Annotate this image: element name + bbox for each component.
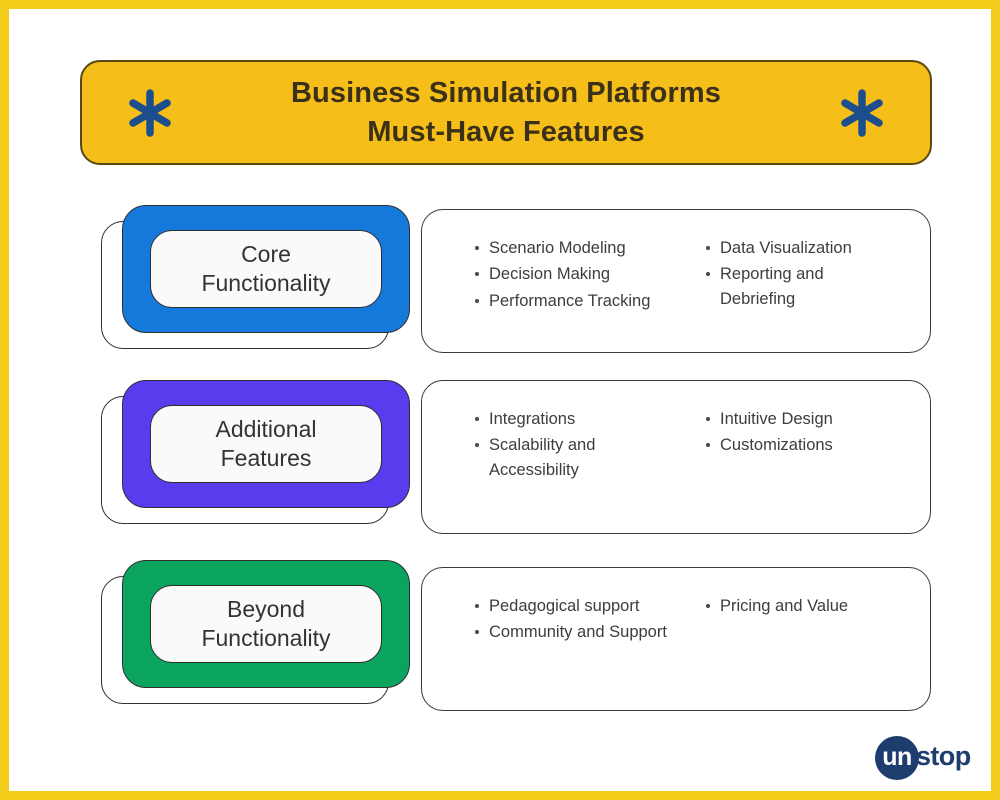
features-panel-additional-features: Integrations Scalability and Accessibili… — [421, 380, 931, 534]
category-card-core-functionality[interactable]: Core Functionality — [101, 205, 411, 357]
category-label-beyond-functionality: Beyond Functionality — [150, 585, 382, 663]
feature-list: Data Visualization Reporting and Debrief… — [701, 236, 900, 311]
unstop-wordmark: stop — [916, 741, 971, 771]
list-item: Scalability and Accessibility — [475, 433, 685, 482]
infographic-canvas: Business Simulation Platforms Must-Have … — [9, 9, 991, 791]
card-color-body: Core Functionality — [122, 205, 410, 333]
list-item: Intuitive Design — [706, 407, 900, 431]
list-item: Scenario Modeling — [475, 236, 685, 260]
feature-list: Pedagogical support Community and Suppor… — [470, 594, 685, 645]
card-color-body: Additional Features — [122, 380, 410, 508]
asterisk-icon-left — [122, 85, 178, 141]
section-row-core-functionality: Core Functionality Scenario Modeling Dec… — [9, 205, 991, 365]
section-row-additional-features: Additional Features Integrations Scalabi… — [9, 380, 991, 540]
feature-list: Pricing and Value — [701, 594, 900, 618]
list-item: Decision Making — [475, 262, 685, 286]
card-color-body: Beyond Functionality — [122, 560, 410, 688]
section-row-beyond-functionality: Beyond Functionality Pedagogical support… — [9, 560, 991, 720]
unstop-logo[interactable]: un stop — [875, 735, 985, 781]
feature-list: Integrations Scalability and Accessibili… — [470, 407, 685, 482]
infographic-page: Business Simulation Platforms Must-Have … — [0, 0, 1000, 800]
feature-list: Intuitive Design Customizations — [701, 407, 900, 458]
features-panel-core-functionality: Scenario Modeling Decision Making Perfor… — [421, 209, 931, 353]
features-column-right: Pricing and Value — [685, 594, 900, 684]
category-card-beyond-functionality[interactable]: Beyond Functionality — [101, 560, 411, 712]
unstop-circle-mark: un — [875, 736, 919, 780]
features-column-left: Pedagogical support Community and Suppor… — [470, 594, 685, 684]
features-column-left: Integrations Scalability and Accessibili… — [470, 407, 685, 507]
features-column-right: Intuitive Design Customizations — [685, 407, 900, 507]
list-item: Performance Tracking — [475, 289, 685, 313]
header-banner: Business Simulation Platforms Must-Have … — [80, 60, 932, 165]
feature-list: Scenario Modeling Decision Making Perfor… — [470, 236, 685, 313]
list-item: Community and Support — [475, 620, 685, 644]
list-item: Pricing and Value — [706, 594, 900, 618]
category-card-additional-features[interactable]: Additional Features — [101, 380, 411, 532]
category-label-additional-features: Additional Features — [150, 405, 382, 483]
features-column-left: Scenario Modeling Decision Making Perfor… — [470, 236, 685, 326]
page-title: Business Simulation Platforms Must-Have … — [291, 76, 721, 148]
asterisk-icon-right — [834, 85, 890, 141]
list-item: Customizations — [706, 433, 900, 457]
features-column-right: Data Visualization Reporting and Debrief… — [685, 236, 900, 326]
unstop-mark-text: un — [882, 742, 912, 771]
list-item: Integrations — [475, 407, 685, 431]
category-label-core-functionality: Core Functionality — [150, 230, 382, 308]
features-panel-beyond-functionality: Pedagogical support Community and Suppor… — [421, 567, 931, 711]
list-item: Reporting and Debriefing — [706, 262, 900, 311]
list-item: Pedagogical support — [475, 594, 685, 618]
list-item: Data Visualization — [706, 236, 900, 260]
